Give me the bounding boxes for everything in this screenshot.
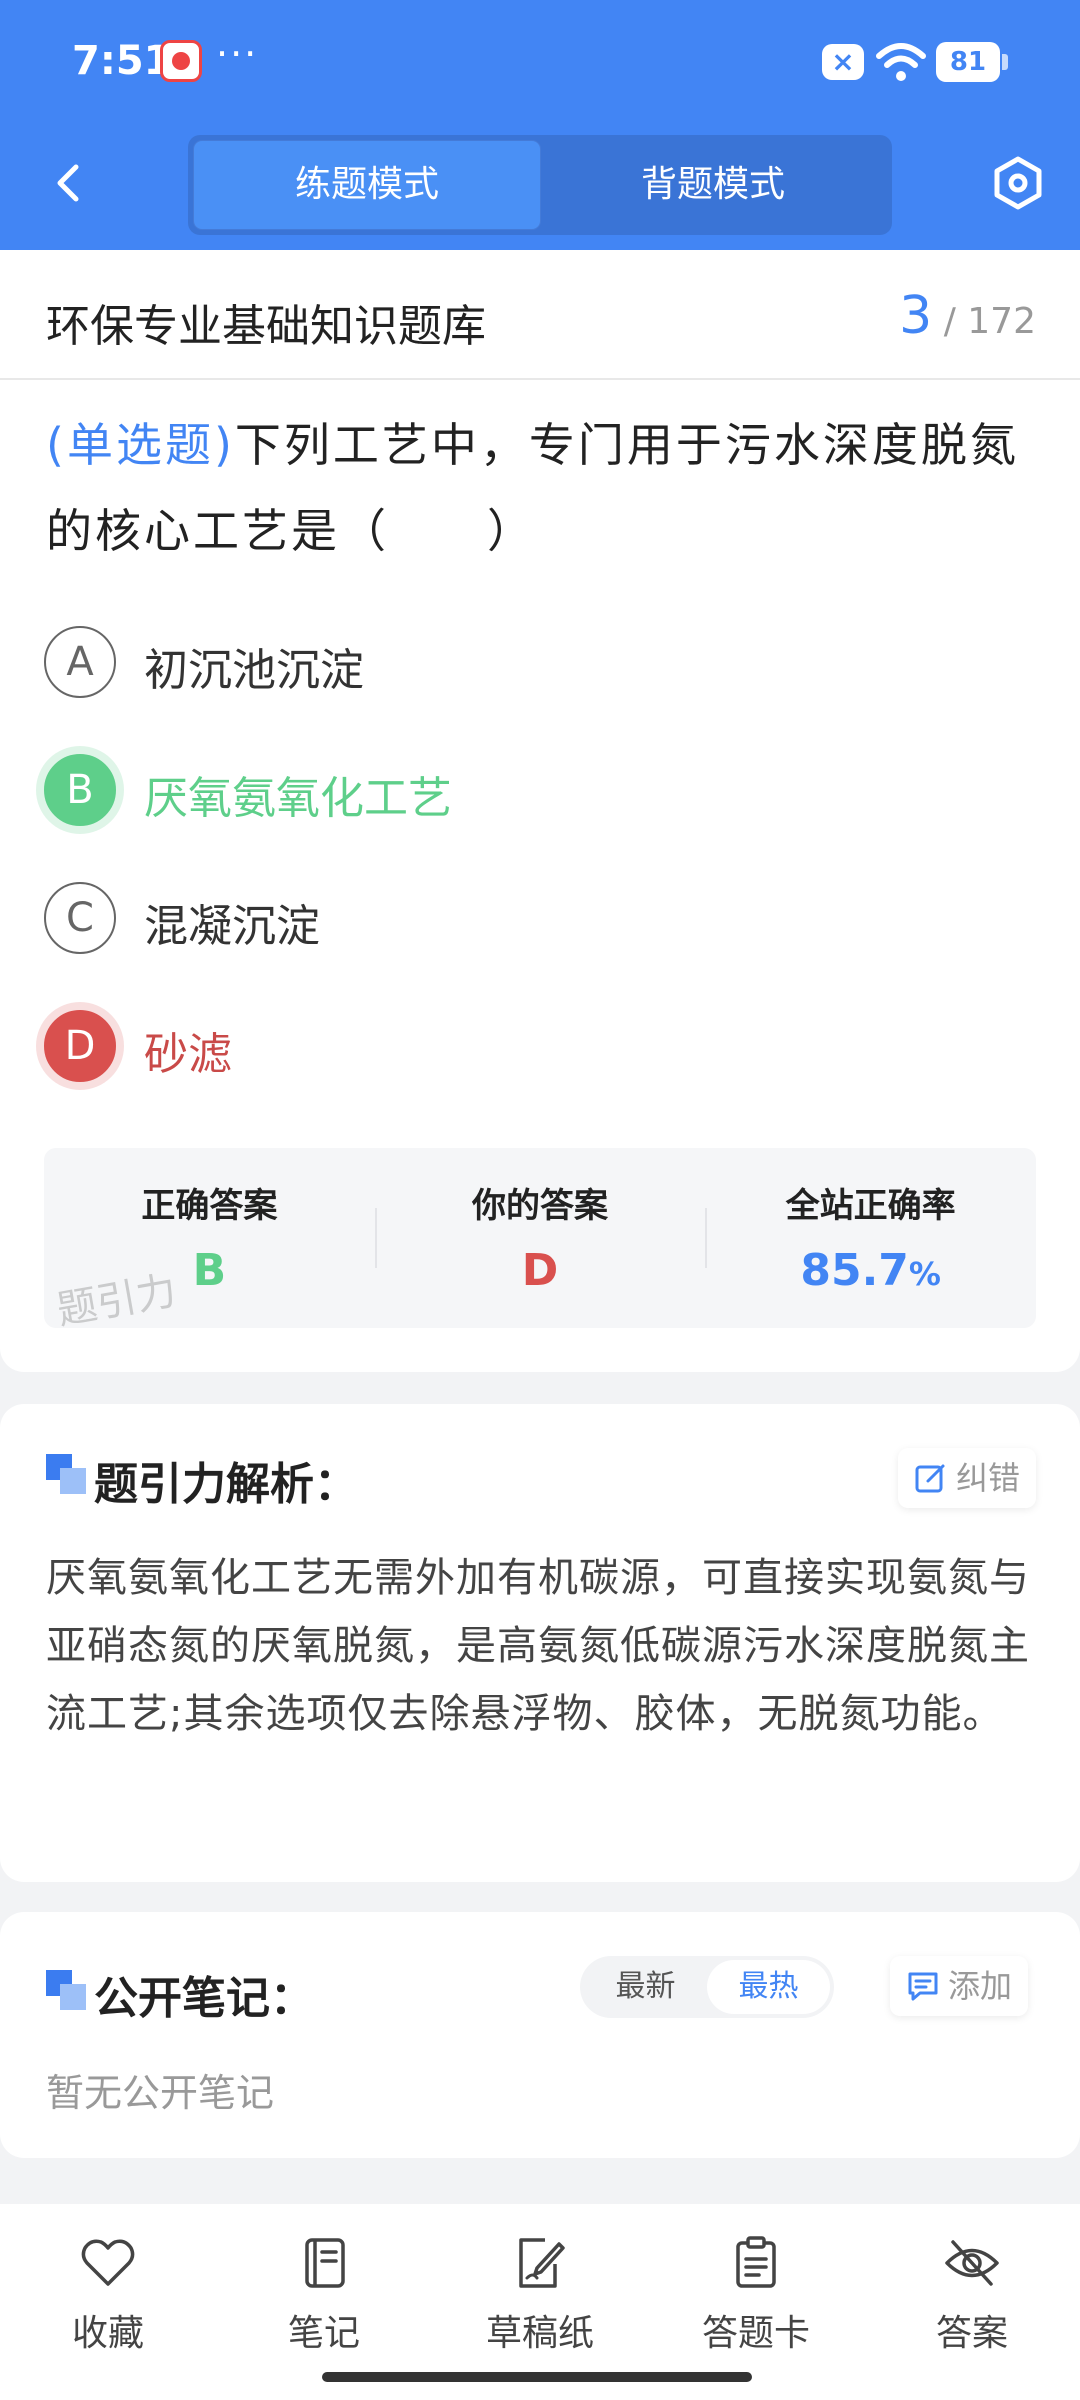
battery-icon: 81 — [936, 42, 1008, 82]
accuracy-rate-value: 85.7% — [705, 1245, 1036, 1296]
analysis-text: 厌氧氨氧化工艺无需外加有机碳源，可直接实现氨氮与亚硝态氮的厌氧脱氮，是高氨氮低碳… — [46, 1555, 1030, 1737]
status-time: 7:51 — [72, 38, 172, 84]
your-answer-value: D — [521, 1245, 559, 1296]
mode-toggle: 练题模式 背题模式 — [188, 135, 892, 235]
option-text: 砂滤 — [144, 1029, 232, 1080]
add-note-button[interactable]: 添加 — [890, 1956, 1029, 2016]
more-notifications-icon: ··· — [216, 32, 259, 76]
favorite-button[interactable]: 收藏 — [0, 2204, 216, 2400]
current-question-number: 3 — [899, 286, 933, 346]
eye-off-icon — [945, 2240, 999, 2286]
app-header: 7:51 ··· × 81 练题模式 背题模式 — [0, 0, 1080, 250]
status-bar: 7:51 ··· × 81 — [0, 0, 1080, 125]
question-text: (单选题)下列工艺中，专门用于污水深度脱氮的核心工艺是（ ） — [46, 402, 1036, 574]
option-a[interactable]: A 初沉池沉淀 — [44, 622, 944, 702]
bottom-toolbar: 收藏 笔记 草稿纸 答题卡 答案 — [0, 2204, 1080, 2400]
public-notes-title: 公开笔记： — [94, 1973, 314, 2024]
correct-answer-column: 正确答案 B 题引力 — [44, 1148, 375, 1334]
analysis-title: 题引力解析： — [94, 1459, 358, 1510]
option-text: 初沉池沉淀 — [144, 645, 364, 696]
tab-memorize-mode[interactable]: 背题模式 — [540, 141, 886, 229]
report-error-label: 纠错 — [956, 1459, 1021, 1497]
wifi-icon — [876, 43, 926, 81]
option-letter: C — [44, 882, 116, 954]
draft-paper-button[interactable]: 草稿纸 — [432, 2204, 648, 2400]
show-answer-button[interactable]: 答案 — [864, 2204, 1080, 2400]
option-c[interactable]: C 混凝沉淀 — [44, 878, 944, 958]
accuracy-rate-number: 85.7 — [800, 1245, 909, 1296]
section-squares-icon — [46, 1454, 86, 1494]
notes-label: 笔记 — [287, 2313, 360, 2354]
total-question-count: / 172 — [943, 301, 1036, 342]
nav-bar: 练题模式 背题模式 — [0, 125, 1080, 250]
sort-hottest[interactable]: 最热 — [707, 1960, 830, 2014]
question-bank-title-bar: 环保专业基础知识题库 3 / 172 — [0, 250, 1080, 380]
add-note-label: 添加 — [948, 1967, 1013, 2005]
question-type: (单选题) — [46, 418, 235, 472]
home-indicator[interactable] — [322, 2372, 752, 2382]
public-notes-card: 公开笔记： 最新 最热 添加 暂无公开笔记 — [0, 1912, 1080, 2158]
show-answer-label: 答案 — [935, 2313, 1008, 2354]
tab-practice-mode[interactable]: 练题模式 — [194, 141, 540, 229]
empty-notes-text: 暂无公开笔记 — [46, 2071, 275, 2115]
option-text: 混凝沉淀 — [144, 901, 320, 952]
question-progress[interactable]: 3 / 172 — [899, 286, 1036, 346]
report-error-button[interactable]: 纠错 — [898, 1448, 1037, 1508]
correct-answer-label: 正确答案 — [141, 1186, 278, 1226]
option-d[interactable]: D 砂滤 — [44, 1006, 944, 1086]
draft-paper-label: 草稿纸 — [485, 2313, 594, 2354]
accuracy-rate-unit: % — [908, 1255, 941, 1293]
app-notification-icon — [160, 40, 202, 82]
edit-icon — [915, 1464, 945, 1493]
answer-card-label: 答题卡 — [701, 2313, 810, 2354]
no-sim-icon: × — [822, 44, 864, 80]
section-squares-icon — [46, 1970, 86, 2010]
answer-summary: 正确答案 B 题引力 你的答案 D 全站正确率 85.7% — [44, 1148, 1036, 1334]
notes-sort-toggle: 最新 最热 — [580, 1956, 834, 2018]
settings-hexagon-icon[interactable] — [990, 155, 1046, 211]
answer-card-icon — [736, 2236, 776, 2288]
draft-paper-icon — [519, 2238, 565, 2288]
answer-card-button[interactable]: 答题卡 — [648, 2204, 864, 2400]
your-answer-label: 你的答案 — [472, 1186, 608, 1226]
accuracy-rate-label: 全站正确率 — [785, 1186, 956, 1226]
question-bank-title: 环保专业基础知识题库 — [46, 301, 486, 352]
back-arrow-icon[interactable] — [40, 153, 100, 213]
notes-button[interactable]: 笔记 — [216, 2204, 432, 2400]
your-answer-column: 你的答案 D — [374, 1148, 706, 1328]
comment-icon — [908, 1972, 938, 2001]
notebook-icon — [305, 2238, 345, 2288]
heart-icon — [81, 2239, 135, 2286]
option-letter: D — [44, 1010, 116, 1082]
option-b[interactable]: B 厌氧氨氧化工艺 — [44, 750, 944, 830]
question-card: (单选题)下列工艺中，专门用于污水深度脱氮的核心工艺是（ ） A 初沉池沉淀 B… — [0, 380, 1080, 1372]
option-text: 厌氧氨氧化工艺 — [144, 773, 452, 824]
analysis-card: 题引力解析： 纠错 厌氧氨氧化工艺无需外加有机碳源，可直接实现氨氮与亚硝态氮的厌… — [0, 1404, 1080, 1882]
sort-latest[interactable]: 最新 — [584, 1960, 707, 2014]
favorite-label: 收藏 — [71, 2313, 144, 2354]
option-letter: B — [44, 754, 116, 826]
accuracy-rate-column: 全站正确率 85.7% — [705, 1148, 1036, 1328]
option-letter: A — [44, 626, 116, 698]
